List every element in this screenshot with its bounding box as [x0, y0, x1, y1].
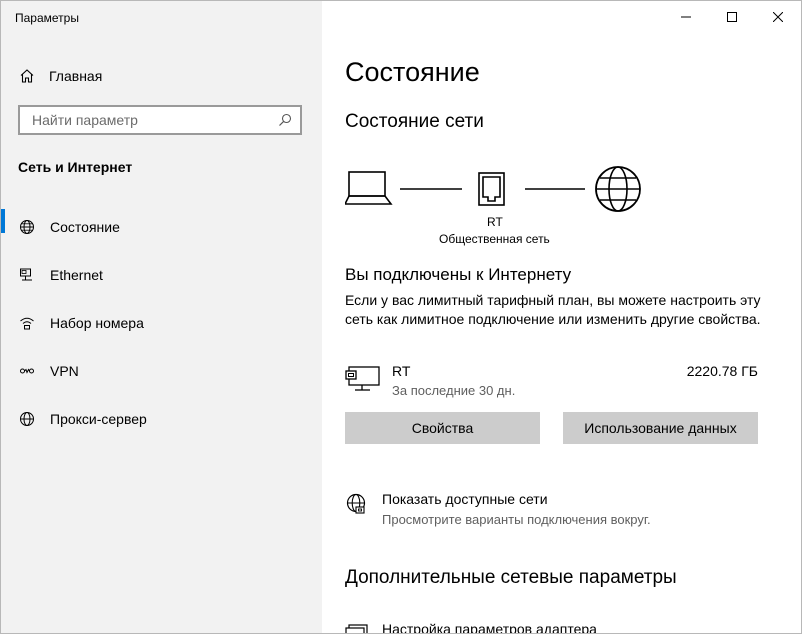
maximize-button[interactable] [709, 1, 755, 33]
network-status-title: Состояние сети [345, 111, 484, 132]
main-panel: Состояние Состояние сети RT Общественная [322, 1, 801, 633]
sidebar-item-label: Прокси-сервер [50, 411, 147, 427]
close-button[interactable] [755, 1, 801, 33]
sidebar-nav: Состояние Ethernet Набор номера VPN Прок… [1, 209, 322, 443]
laptop-icon [345, 171, 393, 205]
maximize-icon [727, 12, 737, 22]
available-networks-subtitle: Просмотрите варианты подключения вокруг. [382, 512, 651, 527]
sidebar-item-label: VPN [50, 363, 79, 379]
page-title: Состояние [345, 57, 480, 87]
ethernet-icon [18, 266, 36, 284]
sidebar-item-label: Набор номера [50, 315, 144, 331]
connected-title: Вы подключены к Интернету [345, 265, 572, 284]
sidebar-item-dialup[interactable]: Набор номера [1, 299, 322, 347]
network-globe-icon [346, 493, 366, 514]
settings-window: Параметры Главная Сеть и Интернет [0, 0, 802, 634]
search-box[interactable] [18, 105, 302, 135]
network-name-label: RT [487, 215, 503, 229]
sidebar-item-label: Ethernet [50, 267, 103, 283]
advanced-settings-title: Дополнительные сетевые параметры [345, 567, 677, 588]
app-title: Параметры [15, 11, 79, 25]
ethernet-pc-icon [345, 366, 380, 391]
sidebar: Параметры Главная Сеть и Интернет [1, 1, 322, 633]
globe-icon [18, 218, 36, 236]
ethernet-port-icon [478, 172, 505, 206]
available-networks-title[interactable]: Показать доступные сети [382, 491, 548, 507]
vpn-icon [18, 362, 36, 380]
dialup-icon [18, 314, 36, 332]
sidebar-item-proxy[interactable]: Прокси-сервер [1, 395, 322, 443]
sidebar-item-vpn[interactable]: VPN [1, 347, 322, 395]
network-type-label: Общественная сеть [439, 232, 550, 246]
home-label: Главная [49, 68, 103, 84]
data-usage-row: RT За последние 30 дн. 2220.78 ГБ [345, 361, 758, 403]
search-input[interactable] [30, 111, 274, 129]
home-link[interactable]: Главная [19, 65, 102, 87]
adapter-settings-title[interactable]: Настройка параметров адаптера [382, 621, 597, 633]
minimize-icon [681, 16, 691, 18]
internet-globe-icon [595, 166, 641, 212]
search-icon[interactable] [278, 113, 292, 127]
home-icon [20, 69, 34, 83]
usage-value: 2220.78 ГБ [686, 363, 758, 379]
usage-network-name: RT [392, 363, 411, 379]
section-title: Сеть и Интернет [18, 159, 133, 175]
globe-icon [18, 410, 36, 428]
connected-description: Если у вас лимитный тарифный план, вы мо… [345, 292, 761, 327]
sidebar-item-label: Состояние [50, 219, 120, 235]
properties-button[interactable]: Свойства [345, 412, 540, 444]
window-controls [663, 1, 801, 33]
data-usage-button[interactable]: Использование данных [563, 412, 758, 444]
minimize-button[interactable] [663, 1, 709, 33]
usage-period: За последние 30 дн. [392, 383, 516, 398]
sidebar-item-ethernet[interactable]: Ethernet [1, 251, 322, 299]
close-icon [773, 12, 783, 22]
adapter-icon [345, 624, 368, 633]
sidebar-item-status[interactable]: Состояние [1, 203, 322, 251]
